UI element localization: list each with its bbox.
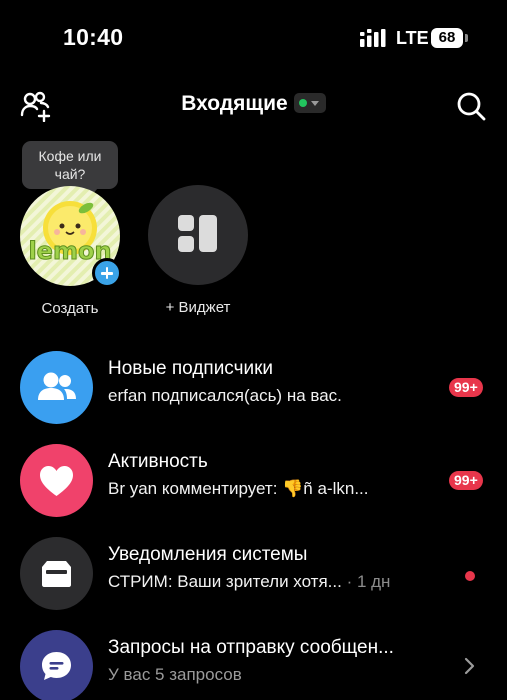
heart-icon bbox=[20, 444, 93, 517]
status-bar: 10:40 LTE 68 bbox=[0, 0, 507, 75]
widget-label[interactable]: + Виджет bbox=[148, 299, 248, 316]
count-badge: 99+ bbox=[449, 378, 483, 397]
online-status-dot bbox=[298, 99, 307, 107]
row-title: Новые подписчики bbox=[108, 358, 274, 379]
list-item-message-requests[interactable]: Запросы на отправку сообщен... У вас 5 з… bbox=[0, 624, 507, 700]
add-story-button[interactable] bbox=[92, 258, 122, 288]
create-story-label[interactable]: Создать bbox=[20, 300, 120, 317]
row-subtitle: Br yan комментирует: 👎ñ a-lkn... bbox=[108, 479, 369, 498]
inbox-tray-icon bbox=[20, 537, 93, 610]
add-widget-button[interactable] bbox=[148, 185, 248, 285]
list-item-system-notifications[interactable]: Уведомления системы СТРИМ: Ваши зрители … bbox=[0, 531, 507, 617]
page-title: Входящие bbox=[181, 92, 288, 115]
search-icon[interactable] bbox=[456, 91, 486, 121]
list-item-new-followers[interactable]: Новые подписчики erfan подписался(ась) н… bbox=[0, 345, 507, 431]
battery-icon: 68 bbox=[431, 28, 463, 48]
status-time: 10:40 bbox=[63, 24, 124, 50]
unread-dot bbox=[465, 571, 475, 581]
network-type: LTE bbox=[396, 28, 429, 48]
row-title: Запросы на отправку сообщен... bbox=[108, 637, 394, 658]
chevron-right-icon bbox=[464, 657, 475, 675]
row-subtitle-text: СТРИМ: Ваши зрители хотя... bbox=[108, 572, 342, 591]
online-status-dropdown[interactable] bbox=[293, 93, 326, 113]
count-badge: 99+ bbox=[449, 471, 483, 490]
battery-tip bbox=[465, 34, 468, 42]
row-subtitle: У вас 5 запросов bbox=[108, 665, 242, 684]
message-request-icon bbox=[20, 630, 93, 700]
list-item-activity[interactable]: Активность Br yan комментирует: 👎ñ a-lkn… bbox=[0, 438, 507, 524]
widget-icon bbox=[178, 215, 217, 252]
note-tooltip[interactable]: Кофе или чай? bbox=[22, 141, 118, 189]
inbox-header: Входящие bbox=[0, 78, 507, 134]
chevron-down-icon bbox=[310, 101, 319, 106]
signal-icon bbox=[360, 29, 386, 47]
row-timestamp: · 1 дн bbox=[341, 572, 391, 591]
row-subtitle: СТРИМ: Ваши зрители хотя... · 1 дн bbox=[108, 572, 390, 592]
row-title: Уведомления системы bbox=[108, 544, 308, 565]
row-title: Активность bbox=[108, 451, 208, 472]
row-subtitle: erfan подписался(ась) на вас. bbox=[108, 386, 342, 405]
followers-icon bbox=[20, 351, 93, 424]
